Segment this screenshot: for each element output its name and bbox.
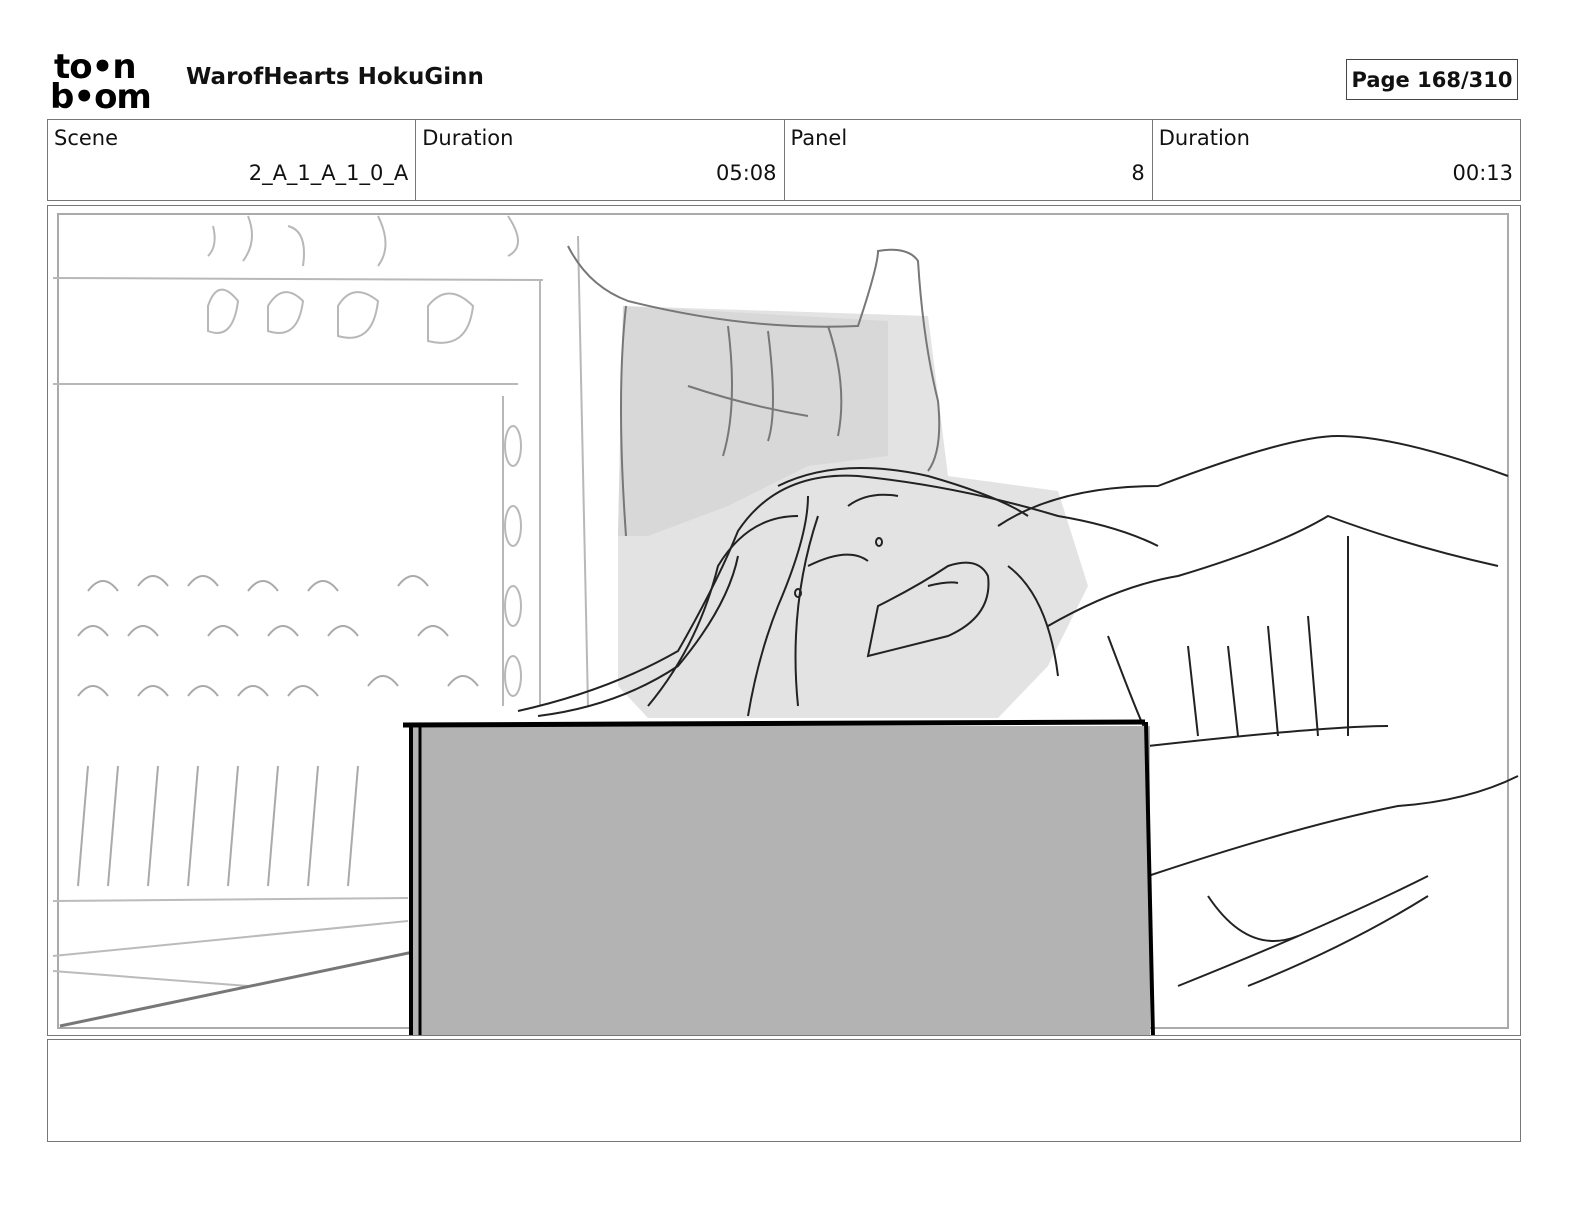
page-number: Page 168/310 <box>1351 67 1513 92</box>
toonboom-logo: to•n b•om <box>50 50 152 112</box>
panel-value: 8 <box>1131 161 1145 185</box>
logo-line-2: b•om <box>50 77 151 112</box>
panel-duration-value: 00:13 <box>1452 161 1513 185</box>
floor-lines <box>52 897 409 987</box>
scene-duration-value: 05:08 <box>715 161 777 185</box>
floor-edge <box>59 949 419 1028</box>
scene-value: 2_A_1_A_1_0_A <box>248 161 409 185</box>
foreground-box <box>410 726 1150 1035</box>
scene-cell: Scene 2_A_1_A_1_0_A <box>48 120 417 200</box>
panel-notes <box>47 1039 1521 1142</box>
project-title: WarofHearts HokuGinn <box>186 64 484 90</box>
scene-duration-label: Duration <box>422 126 514 150</box>
storyboard-sketch <box>52 213 1519 1035</box>
background-sketch <box>52 215 589 707</box>
storyboard-panel <box>47 205 1521 1036</box>
panel-duration-label: Duration <box>1158 126 1250 150</box>
panel-info-table: Scene 2_A_1_A_1_0_A Duration 05:08 Panel… <box>47 119 1521 201</box>
panel-duration-cell: Duration 00:13 <box>1153 120 1520 200</box>
scene-duration-cell: Duration 05:08 <box>416 120 785 200</box>
panel-cell: Panel 8 <box>785 120 1153 200</box>
page-indicator: Page 168/310 <box>1346 59 1518 100</box>
panel-label: Panel <box>790 126 848 150</box>
scene-label: Scene <box>54 126 119 150</box>
